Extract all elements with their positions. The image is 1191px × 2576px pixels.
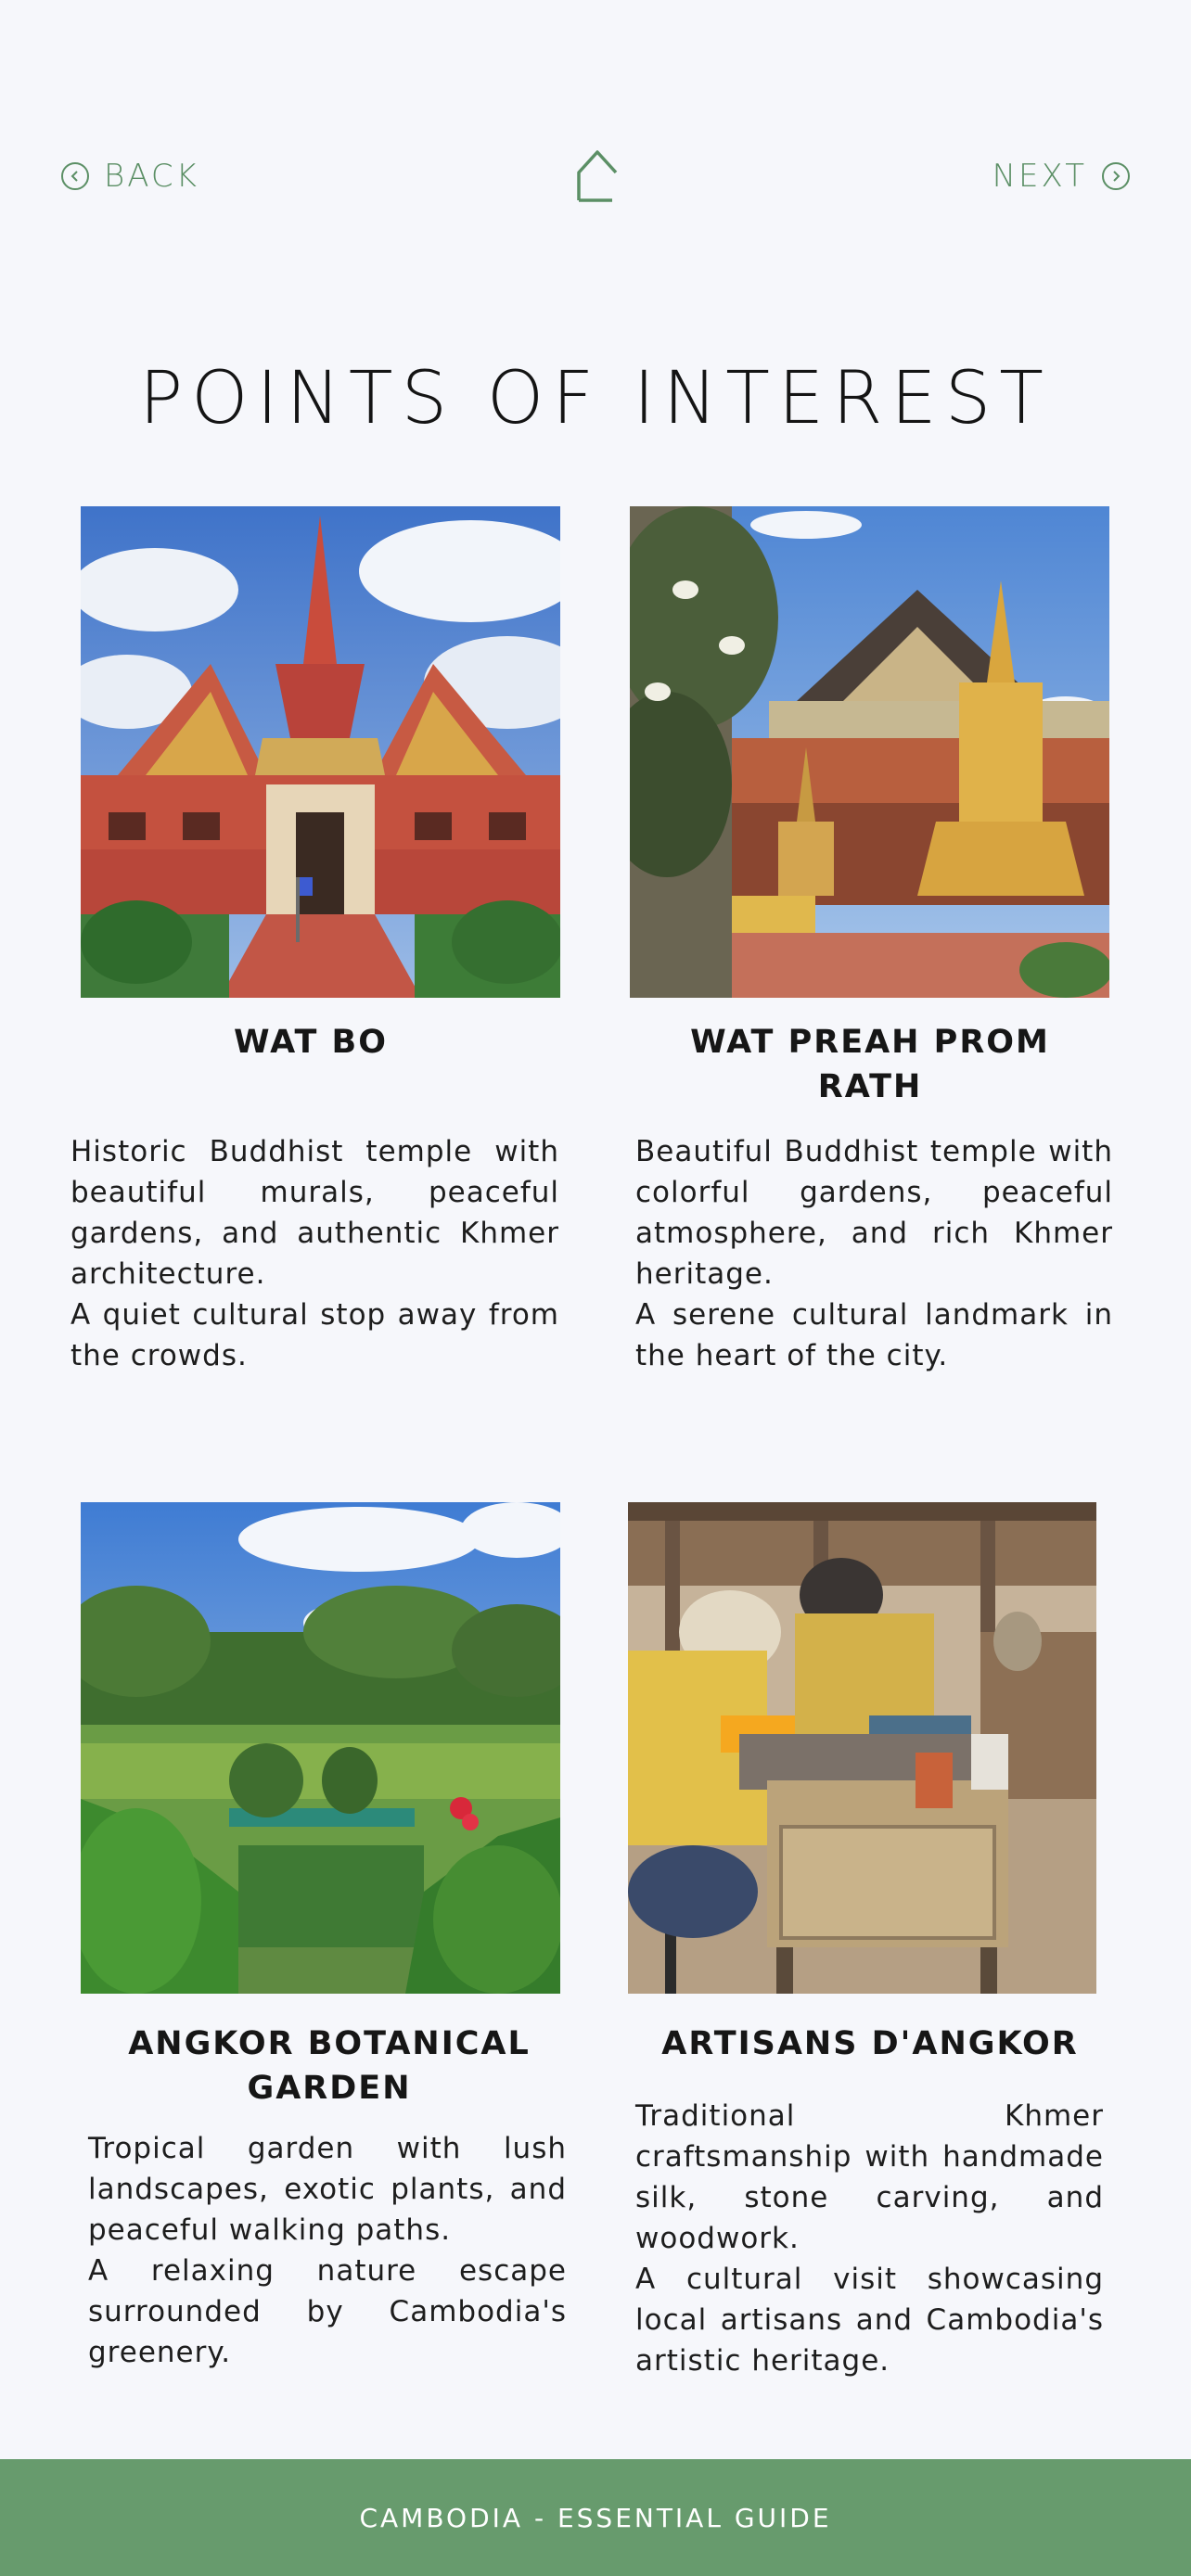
footer-banner: CAMBODIA - ESSENTIAL GUIDE — [0, 2459, 1191, 2576]
footer-text: CAMBODIA - ESSENTIAL GUIDE — [359, 2502, 832, 2533]
card-title-artisans-dangkor: ARTISANS D'ANGKOR — [661, 2025, 1079, 2062]
page-title: POINTS OF INTEREST — [139, 357, 1052, 440]
home-icon — [577, 150, 618, 202]
wat-bo-image — [81, 506, 560, 998]
card-description-angkor-botanical-garden: Tropical garden with lush landscapes, ex… — [88, 2128, 567, 2373]
home-button[interactable] — [575, 148, 620, 204]
card-description-wat-bo: Historic Buddhist temple with beautiful … — [70, 1131, 559, 1376]
card-paragraph: A cultural visit showcasing local artisa… — [635, 2263, 1104, 2378]
chevron-left-circle-icon — [61, 162, 89, 190]
chevron-right-circle-icon — [1102, 162, 1130, 190]
card-title-wat-bo: WAT BO — [234, 1024, 388, 1061]
card-title-angkor-botanical-garden: ANGKOR BOTANICAL GARDEN — [128, 2025, 531, 2107]
card-paragraph: Tropical garden with lush landscapes, ex… — [88, 2132, 567, 2247]
card-description-wat-preah-prom-rath: Beautiful Buddhist temple with colorful … — [635, 1131, 1113, 1376]
next-label: NEXT — [992, 158, 1087, 195]
card-paragraph: A quiet cultural stop away from the crow… — [70, 1298, 559, 1372]
card-description-artisans-dangkor: Traditional Khmer craftsmanship with han… — [635, 2096, 1104, 2381]
back-label: BACK — [104, 158, 199, 195]
angkor-botanical-garden-image — [81, 1502, 560, 1994]
card-paragraph: Historic Buddhist temple with beautiful … — [70, 1135, 559, 1291]
artisans-dangkor-image — [628, 1502, 1096, 1994]
card-paragraph: A relaxing nature escape surrounded by C… — [88, 2254, 567, 2369]
card-paragraph: A serene cultural landmark in the heart … — [635, 1298, 1113, 1372]
top-navigation: BACK NEXT — [0, 148, 1191, 213]
back-button[interactable]: BACK — [61, 158, 199, 195]
card-paragraph: Traditional Khmer craftsmanship with han… — [635, 2099, 1104, 2255]
next-button[interactable]: NEXT — [992, 158, 1130, 195]
card-title-wat-preah-prom-rath: WAT PREAH PROM RATH — [690, 1024, 1050, 1105]
card-paragraph: Beautiful Buddhist temple with colorful … — [635, 1135, 1113, 1291]
wat-preah-prom-rath-image — [630, 506, 1109, 998]
